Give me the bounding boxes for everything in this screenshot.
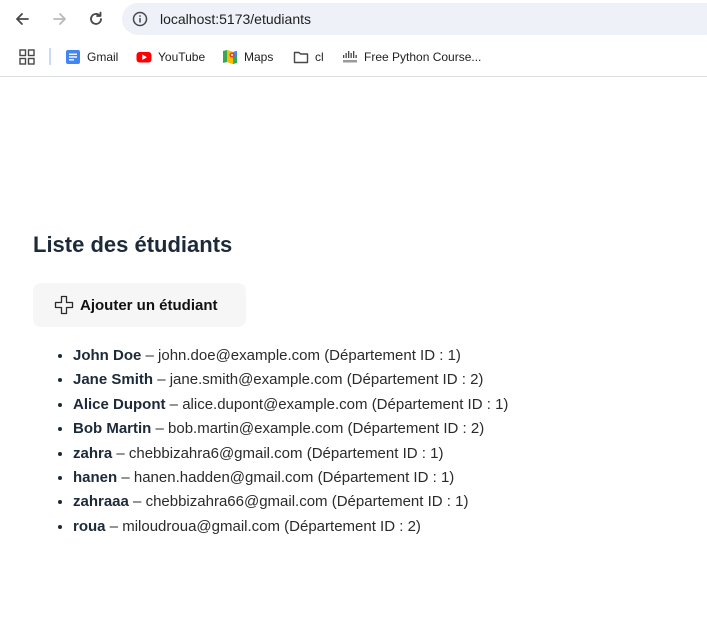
dept-prefix: (Département ID : [284, 517, 408, 535]
list-item: Bob Martin – bob.martin@example.com (Dép… [73, 417, 508, 441]
separator: – [121, 468, 130, 486]
bookmark-python-course[interactable]: Free Python Course... [342, 48, 481, 66]
dept-suffix: ) [415, 517, 421, 535]
bookmark-label: YouTube [158, 50, 206, 64]
separator: – [109, 517, 119, 535]
student-dept: 1 [447, 347, 456, 364]
add-student-label: Ajouter un étudiant [80, 296, 218, 314]
bookmark-folder-cl[interactable]: cl [293, 48, 324, 66]
list-item: Alice Dupont – alice.dupont@example.com … [73, 393, 508, 417]
bookmarks-bar: Gmail YouTube Maps cl Free Python Course… [0, 38, 707, 77]
separator: – [157, 371, 166, 389]
add-student-button[interactable]: Ajouter un étudiant [33, 283, 246, 327]
reload-button[interactable] [84, 7, 108, 31]
student-name: hanen [73, 468, 118, 486]
student-name: roua [73, 517, 106, 535]
arrow-left-icon [16, 13, 29, 25]
list-item: Jane Smith – jane.smith@example.com (Dép… [73, 368, 508, 392]
student-name: Alice Dupont [73, 395, 166, 413]
dept-suffix: ) [438, 444, 444, 462]
list-item: hanen – hanen.hadden@gmail.com (Départem… [73, 466, 508, 490]
student-dept: 2 [470, 420, 480, 438]
student-name: zahra [73, 444, 113, 462]
separator: – [116, 444, 125, 462]
maps-icon [223, 50, 237, 64]
student-name: Jane Smith [73, 371, 154, 389]
dept-suffix: ) [455, 347, 461, 364]
forward-button[interactable] [48, 7, 72, 31]
list-item: roua – miloudroua@gmail.com (Département… [73, 515, 508, 539]
dept-prefix: (Département ID : [371, 395, 496, 413]
apps-button[interactable] [19, 48, 41, 66]
dept-prefix: (Département ID : [306, 444, 431, 462]
dept-prefix: (Département ID : [331, 493, 456, 511]
bookmark-gmail[interactable]: Gmail [65, 48, 118, 66]
address-bar-url[interactable]: localhost:5173/etudiants [160, 11, 311, 27]
dept-prefix: (Département ID : [347, 420, 471, 438]
bookmark-label: cl [315, 50, 324, 64]
student-list: John Doe – john.doe@example.com (Départe… [37, 344, 508, 539]
student-email: miloudroua@gmail.com [122, 517, 280, 535]
list-item: zahraaa – chebbizahra66@gmail.com (Dépar… [73, 490, 508, 514]
student-name: Bob Martin [73, 420, 152, 438]
bookmark-label: Free Python Course... [364, 50, 482, 64]
dept-suffix: ) [479, 420, 485, 438]
address-bar[interactable]: localhost:5173/etudiants [122, 3, 707, 35]
bookmark-label: Gmail [87, 50, 119, 64]
student-email: john.doe@example.com [158, 347, 321, 364]
browser-toolbar: localhost:5173/etudiants [0, 0, 707, 38]
student-email: chebbizahra66@gmail.com [145, 493, 328, 511]
folder-icon [293, 51, 309, 64]
student-email: chebbizahra6@gmail.com [128, 444, 303, 462]
youtube-icon [136, 52, 152, 63]
plus-icon [54, 295, 74, 315]
list-item: John Doe – john.doe@example.com (Départe… [73, 344, 508, 368]
bookmarks-separator [49, 48, 51, 65]
separator: – [169, 395, 179, 413]
separator: – [145, 347, 154, 364]
dept-prefix: (Département ID : [346, 371, 471, 389]
apps-grid-icon [19, 49, 35, 65]
bookmark-label: Maps [244, 50, 274, 64]
bookmark-youtube[interactable]: YouTube [136, 48, 205, 66]
dept-suffix: ) [503, 395, 509, 413]
dept-suffix: ) [478, 371, 484, 389]
separator: – [133, 493, 142, 511]
student-email: alice.dupont@example.com [182, 395, 368, 413]
cisco-icon [343, 51, 357, 63]
student-email: bob.martin@example.com [168, 420, 344, 438]
dept-suffix: ) [449, 468, 455, 486]
dept-prefix: (Département ID : [317, 468, 441, 486]
list-item: zahra – chebbizahra6@gmail.com (Départem… [73, 442, 508, 466]
dept-prefix: (Département ID : [324, 347, 448, 364]
student-name: John Doe [73, 347, 142, 364]
gmail-icon [66, 50, 80, 64]
dept-suffix: ) [463, 493, 469, 511]
student-email: hanen.hadden@gmail.com [133, 468, 314, 486]
student-dept: 2 [407, 517, 416, 535]
page-title: Liste des étudiants [33, 232, 233, 257]
back-button[interactable] [10, 7, 34, 31]
arrow-right-icon [53, 13, 66, 25]
info-icon[interactable] [132, 11, 148, 27]
student-name: zahraaa [73, 493, 129, 511]
student-email: jane.smith@example.com [169, 371, 343, 389]
separator: – [155, 420, 164, 438]
bookmark-maps[interactable]: Maps [222, 48, 273, 66]
reload-icon [90, 11, 102, 25]
